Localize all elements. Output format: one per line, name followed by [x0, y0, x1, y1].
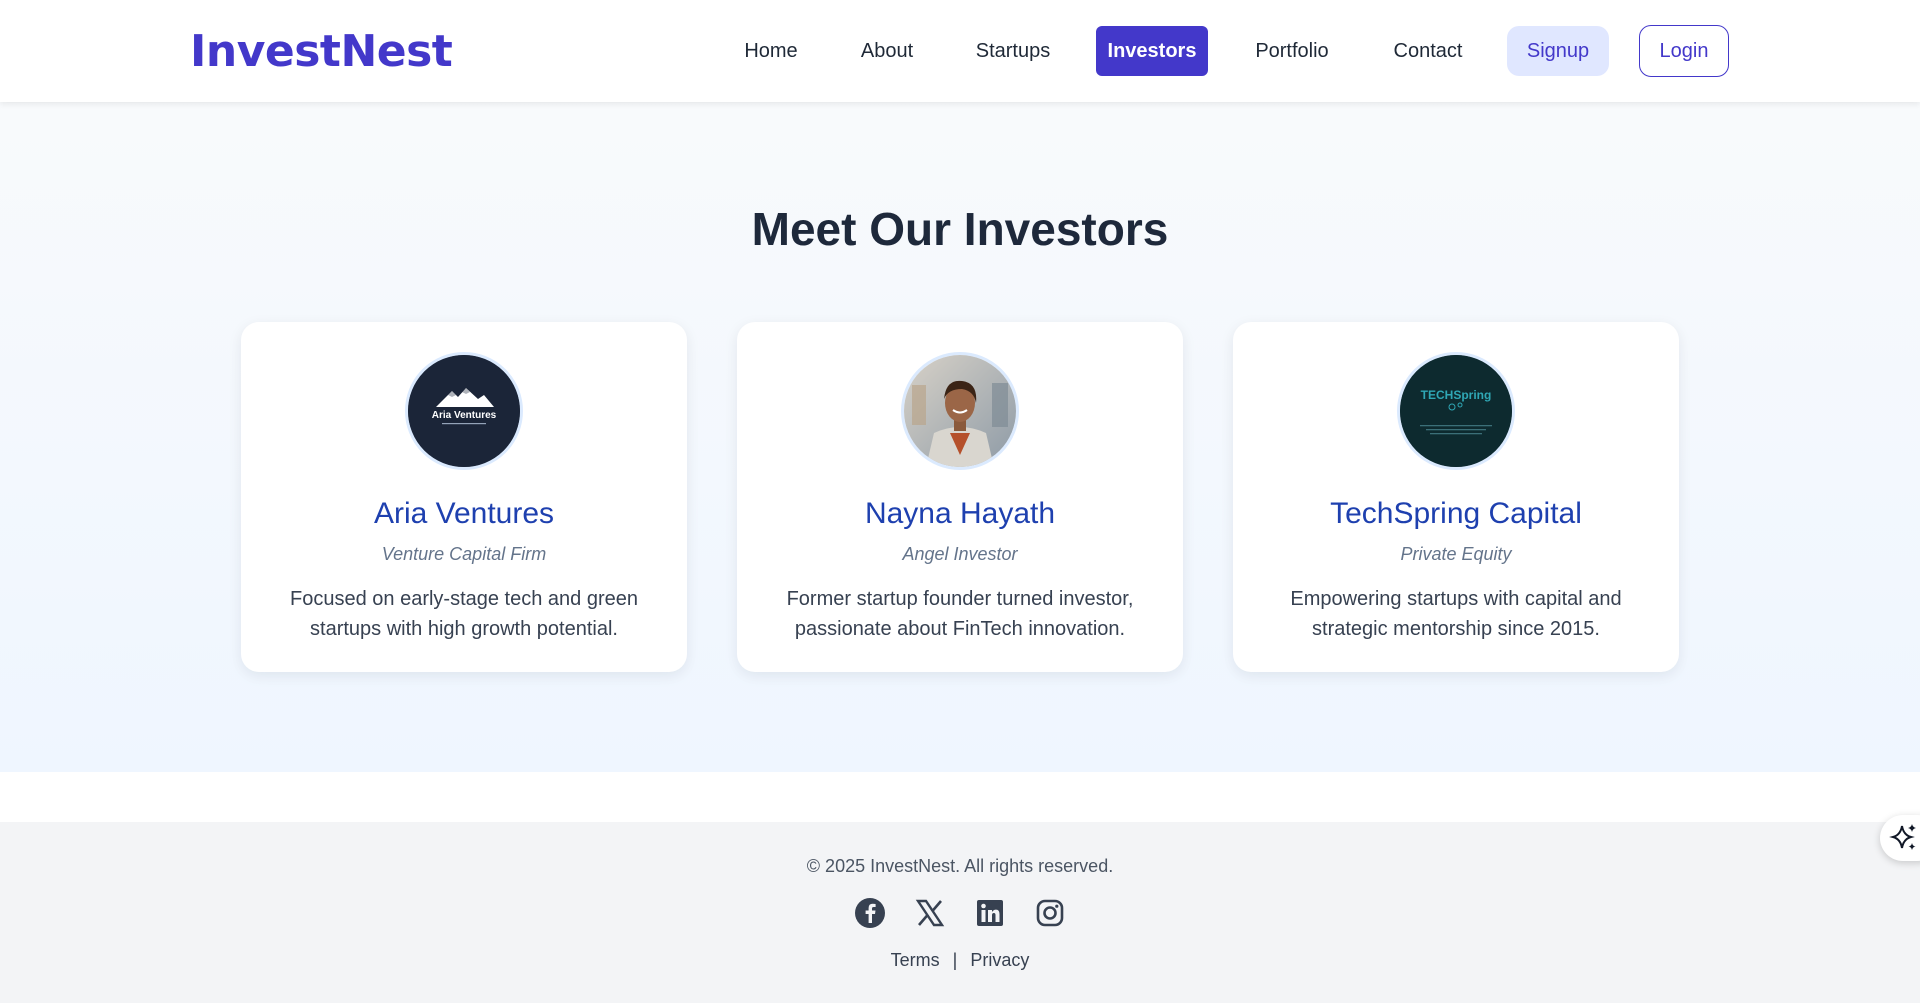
nav-contact[interactable]: Contact [1380, 26, 1476, 76]
assistant-button[interactable] [1880, 815, 1920, 861]
facebook-icon[interactable] [854, 897, 886, 929]
signup-button[interactable]: Signup [1507, 26, 1609, 76]
investor-name: TechSpring Capital [1330, 497, 1582, 530]
investor-name: Aria Ventures [373, 497, 555, 530]
investor-description: Former startup founder turned investor, … [786, 588, 1134, 640]
nav-about[interactable]: About [846, 26, 928, 76]
instagram-icon[interactable] [1034, 897, 1066, 929]
investor-role: Angel Investor [902, 544, 1018, 564]
legal-links: Terms | Privacy [0, 950, 1920, 971]
login-button[interactable]: Login [1639, 25, 1729, 77]
privacy-link[interactable]: Privacy [970, 950, 1029, 970]
investors-section: Meet Our Investors Aria Ventures Aria Ve… [0, 102, 1920, 772]
investor-description: Empowering startups with capital and str… [1290, 588, 1622, 640]
investor-logo: Aria Ventures [405, 352, 523, 470]
footer: © 2025 InvestNest. All rights reserved. [0, 822, 1920, 1003]
nav-startups[interactable]: Startups [962, 26, 1064, 76]
investor-role: Private Equity [1400, 544, 1512, 564]
investor-description: Focused on early-stage tech and green st… [290, 588, 638, 640]
x-icon[interactable] [914, 897, 946, 929]
mountain-logo-icon: Aria Ventures [408, 355, 520, 467]
linkedin-icon[interactable] [974, 897, 1006, 929]
investor-logo-text: Aria Ventures [432, 410, 497, 421]
investor-role: Venture Capital Firm [381, 544, 547, 564]
section-title: Meet Our Investors [751, 203, 1169, 255]
investor-card: Nayna Hayath Angel Investor Former start… [737, 322, 1183, 672]
person-photo-icon [904, 355, 1016, 467]
copyright-text: © 2025 InvestNest. All rights reserved. [806, 856, 1114, 876]
investor-card: Aria Ventures Aria Ventures Venture Capi… [241, 322, 687, 672]
investor-name: Nayna Hayath [864, 497, 1056, 530]
investor-card: TECHSpring TechSpring Capital Private Eq… [1233, 322, 1679, 672]
social-links [854, 897, 1066, 931]
terms-link[interactable]: Terms [891, 950, 940, 970]
legal-separator: | [952, 950, 958, 970]
nav-investors[interactable]: Investors [1096, 26, 1208, 76]
investor-logo-text: TECHSpring [1421, 388, 1492, 402]
top-navbar: InvestNest Home About Startups Investors… [0, 0, 1920, 102]
sparkle-icon [1889, 824, 1916, 850]
nav-home[interactable]: Home [730, 26, 812, 76]
investor-logo: TECHSpring [1397, 352, 1515, 470]
site-logo[interactable]: InvestNest [190, 26, 453, 77]
investor-photo [901, 352, 1019, 470]
nav-portfolio[interactable]: Portfolio [1240, 26, 1344, 76]
techspring-logo-icon: TECHSpring [1400, 355, 1512, 467]
